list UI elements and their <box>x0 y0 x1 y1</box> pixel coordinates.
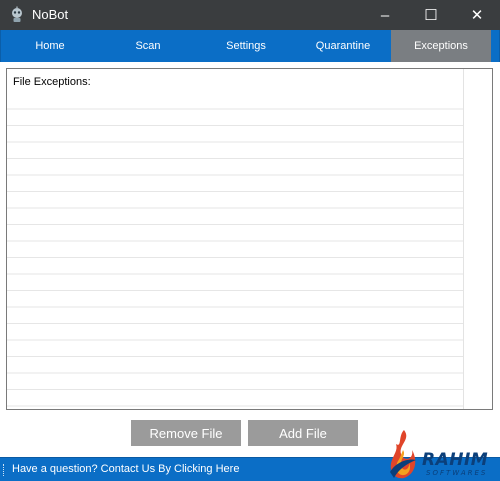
list-scroll-column <box>463 69 492 409</box>
minimize-button[interactable]: – <box>362 0 408 30</box>
tab-home[interactable]: Home <box>1 30 99 62</box>
list-header: File Exceptions: <box>13 76 91 88</box>
tab-bar: Home Scan Settings Quarantine Exceptions <box>0 30 500 62</box>
list-rows <box>7 93 463 409</box>
robot-icon <box>12 6 22 22</box>
tab-settings[interactable]: Settings <box>197 30 295 62</box>
tab-scan[interactable]: Scan <box>99 30 197 62</box>
grip-icon <box>3 464 7 476</box>
remove-file-button[interactable]: Remove File <box>131 420 241 446</box>
maximize-icon: ☐ <box>424 7 438 24</box>
title-bar: NoBot – ☐ ✕ <box>0 0 500 30</box>
watermark-title: RAHIM <box>422 450 489 470</box>
contact-link[interactable]: Have a question? Contact Us By Clicking … <box>12 463 239 475</box>
tab-quarantine[interactable]: Quarantine <box>295 30 391 62</box>
watermark-logo: RAHIM SOFTWARES <box>386 428 500 481</box>
file-exceptions-list[interactable]: File Exceptions: <box>6 68 493 410</box>
add-file-button[interactable]: Add File <box>248 420 358 446</box>
close-button[interactable]: ✕ <box>454 0 500 30</box>
maximize-button[interactable]: ☐ <box>408 0 454 30</box>
close-icon: ✕ <box>470 7 484 24</box>
flame-icon <box>390 430 416 479</box>
window-title: NoBot <box>32 7 69 22</box>
minimize-icon: – <box>380 6 390 24</box>
watermark-subtitle: SOFTWARES <box>426 469 488 477</box>
tab-exceptions[interactable]: Exceptions <box>391 30 491 62</box>
